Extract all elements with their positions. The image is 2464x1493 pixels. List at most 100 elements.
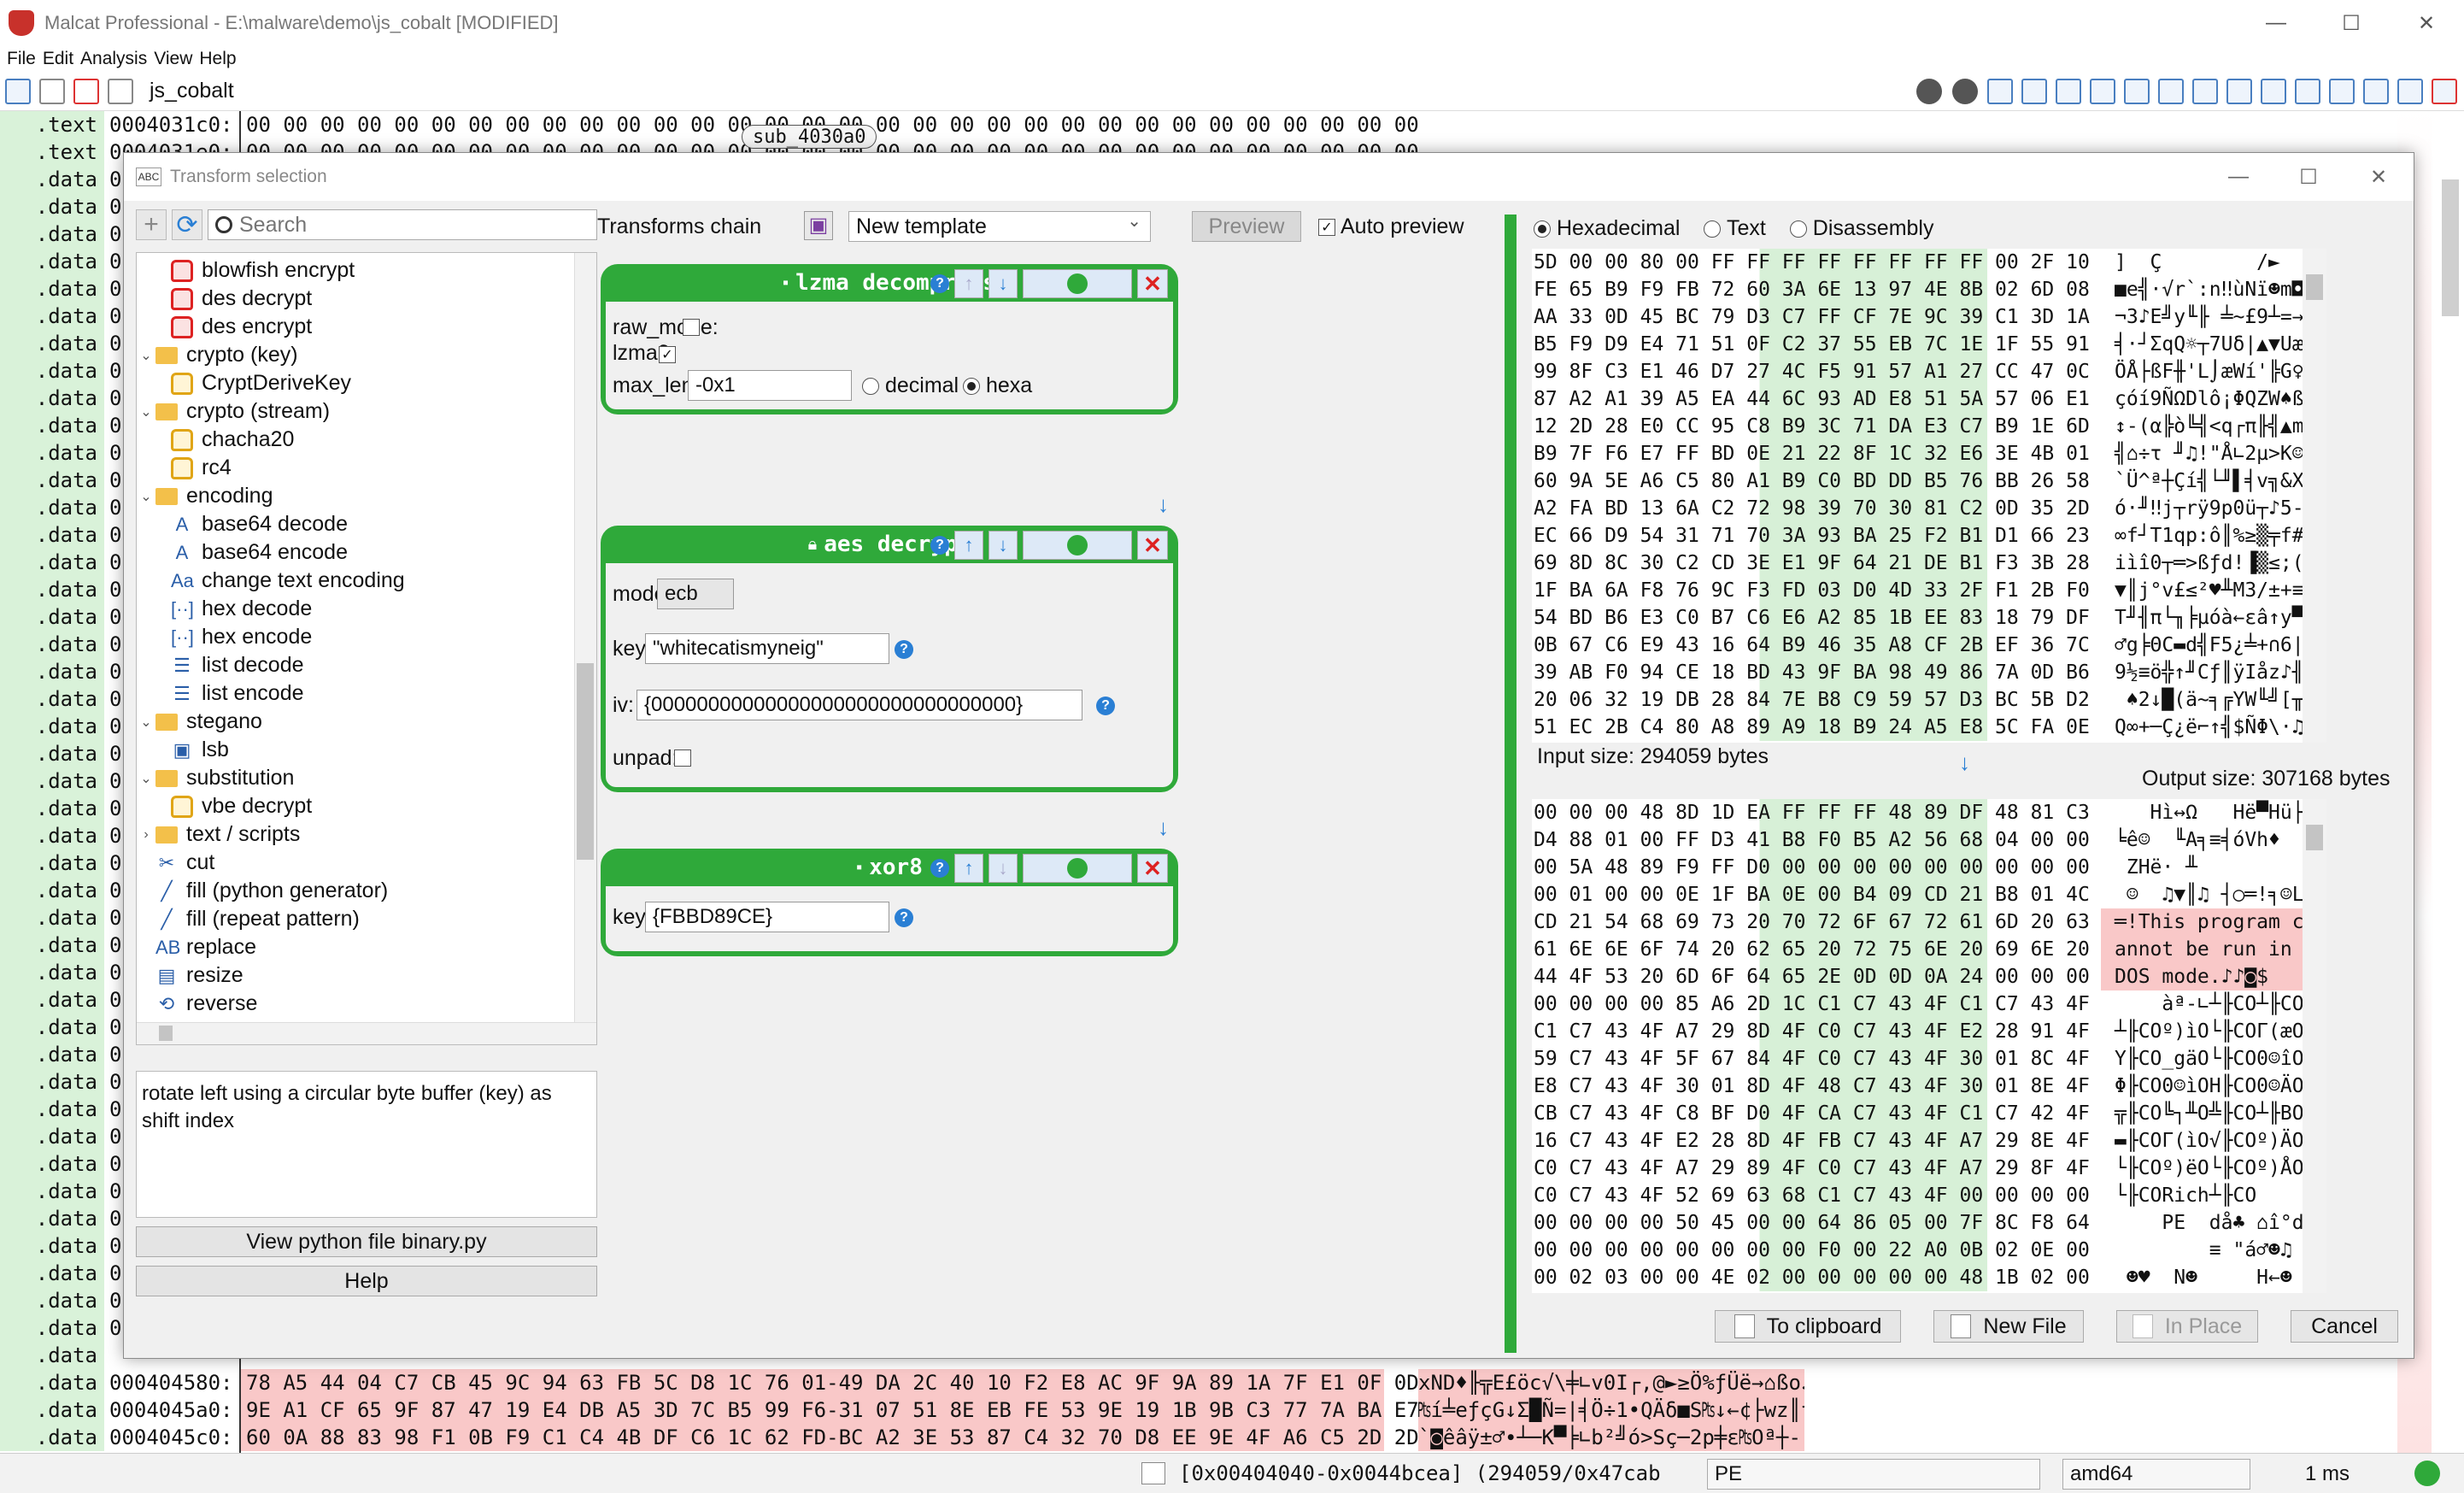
tree-item[interactable]: ⌄ substitution — [137, 764, 596, 792]
back-panel-icon[interactable] — [5, 78, 31, 104]
close-button[interactable]: ✕ — [2389, 0, 2464, 46]
tree-item[interactable]: Abase64 encode — [137, 538, 596, 567]
remove-transform-button[interactable]: ✕ — [1137, 531, 1168, 560]
tree-item[interactable]: des encrypt — [137, 313, 596, 341]
tree-item[interactable]: Aa change text encoding — [137, 567, 596, 595]
view-info-icon[interactable] — [2295, 78, 2320, 104]
tree-item[interactable]: [··] hex decode — [137, 595, 596, 623]
move-down-button[interactable]: ↓ — [989, 531, 1018, 560]
help-icon[interactable]: ? — [895, 640, 913, 659]
move-down-button[interactable]: ↓ — [989, 269, 1018, 298]
view-struct-icon[interactable] — [2090, 78, 2115, 104]
view-strings-icon[interactable] — [2158, 78, 2184, 104]
tree-item[interactable]: ⌄ crypto (key) — [137, 341, 596, 369]
pane-separator[interactable] — [1505, 215, 1517, 1353]
copy-file-icon[interactable] — [108, 78, 133, 104]
xor-key-input[interactable]: {FBBD89CE} — [645, 902, 889, 932]
tree-item[interactable]: ⌄ encoding — [137, 482, 596, 510]
expand-toggle-icon[interactable]: ⌄ — [137, 714, 155, 731]
back-arrow-icon[interactable] — [1916, 78, 1942, 104]
tree-horizontal-scrollbar[interactable] — [137, 1022, 596, 1044]
template-select[interactable]: New template — [848, 207, 1151, 242]
input-hex-view[interactable]: 5D 00 00 80 00 FF FF FF FF FF FF FF FF 0… — [1532, 249, 2326, 743]
view-text-icon[interactable] — [2261, 78, 2286, 104]
tree-item[interactable]: ⌄ stegano — [137, 708, 596, 736]
max-length-input[interactable]: -0x1 — [688, 370, 852, 401]
tree-item[interactable]: ▤ resize — [137, 961, 596, 990]
tree-item[interactable]: ☰ list decode — [137, 651, 596, 679]
tree-item[interactable]: chacha20 — [137, 426, 596, 454]
search-input[interactable] — [239, 212, 564, 238]
view-yara-icon[interactable] — [2329, 78, 2355, 104]
view-hex-icon[interactable] — [1987, 78, 2013, 104]
input-scrollbar[interactable] — [2303, 249, 2326, 743]
tree-vertical-scrollbar[interactable] — [574, 253, 596, 1044]
tree-item[interactable]: des decrypt — [137, 285, 596, 313]
dialog-close-button[interactable]: ✕ — [2344, 153, 2414, 201]
expand-toggle-icon[interactable]: ⌄ — [137, 347, 155, 364]
output-hex-view[interactable]: 00 00 00 48 8D 1D EA FF FF FF 48 89 DF 4… — [1532, 799, 2326, 1293]
help-button[interactable]: Help — [136, 1266, 597, 1296]
auto-preview-check[interactable]: ✓ — [1318, 218, 1335, 236]
run-step-button[interactable] — [1023, 531, 1132, 560]
preview-button[interactable]: Preview — [1192, 211, 1301, 242]
menu-view[interactable]: View — [154, 49, 192, 69]
tree-item[interactable]: › text / scripts — [137, 820, 596, 849]
new-file-icon[interactable] — [39, 78, 65, 104]
menu-analysis[interactable]: Analysis — [80, 49, 147, 69]
transform-tree[interactable]: blowfish encrypt des decrypt des encrypt ⌄ c… — [136, 252, 597, 1045]
minimize-button[interactable]: — — [2238, 0, 2314, 46]
help-icon[interactable]: ? — [930, 274, 949, 293]
expand-toggle-icon[interactable]: ⌄ — [137, 488, 155, 505]
architecture-select[interactable]: amd64 — [2062, 1459, 2250, 1490]
view-chart-icon[interactable] — [2363, 78, 2389, 104]
tree-item[interactable]: rc4 — [137, 454, 596, 482]
expand-toggle-icon[interactable]: ⌄ — [137, 770, 155, 787]
tree-item[interactable]: ╱ fill (python generator) — [137, 877, 596, 905]
view-python-button[interactable]: View python file binary.py — [136, 1226, 597, 1257]
tree-item[interactable]: ╱ fill (repeat pattern) — [137, 905, 596, 933]
help-icon[interactable]: ? — [930, 536, 949, 555]
tree-item[interactable]: ☰ list encode — [137, 679, 596, 708]
menu-edit[interactable]: Edit — [43, 49, 73, 69]
refresh-icon[interactable]: ⟳ — [172, 209, 202, 240]
text-radio[interactable]: Text — [1704, 216, 1766, 241]
run-step-button[interactable] — [1023, 854, 1132, 883]
move-up-button[interactable]: ↑ — [954, 531, 983, 560]
hexadecimal-radio[interactable]: Hexadecimal — [1534, 216, 1680, 241]
cancel-button[interactable]: Cancel — [2291, 1310, 2398, 1343]
add-transform-button[interactable]: + — [136, 209, 167, 240]
dialog-maximize-button[interactable]: ☐ — [2273, 153, 2344, 201]
help-icon[interactable]: ? — [1096, 697, 1115, 715]
help-icon[interactable]: ? — [895, 908, 913, 927]
view-entropy-icon[interactable] — [2226, 78, 2252, 104]
search-box[interactable] — [208, 209, 597, 240]
view-graph-icon[interactable] — [2056, 78, 2081, 104]
lzma2-checkbox[interactable]: ✓ — [659, 346, 676, 363]
expand-toggle-icon[interactable]: › — [137, 827, 155, 843]
tree-item[interactable]: [··] hex encode — [137, 623, 596, 651]
hexa-radio[interactable]: hexa — [963, 373, 1032, 398]
maximize-button[interactable]: ☐ — [2314, 0, 2389, 46]
function-label[interactable]: sub_4030a0 — [742, 125, 877, 149]
view-symbols-icon[interactable] — [2192, 78, 2218, 104]
view-script-icon[interactable] — [2432, 78, 2457, 104]
remove-transform-button[interactable]: ✕ — [1137, 854, 1168, 883]
move-up-button[interactable]: ↑ — [954, 854, 983, 883]
move-down-button[interactable]: ↓ — [989, 854, 1018, 883]
dialog-minimize-button[interactable]: — — [2203, 153, 2273, 201]
tree-item[interactable]: Abase64 decode — [137, 510, 596, 538]
disassembly-radio[interactable]: Disassembly — [1789, 216, 1933, 241]
remove-transform-button[interactable]: ✕ — [1137, 269, 1168, 298]
raw-mode-checkbox[interactable] — [683, 319, 700, 336]
auto-preview-checkbox[interactable]: ✓ Auto preview — [1318, 215, 1464, 239]
decimal-radio[interactable]: decimal — [862, 373, 959, 398]
save-template-icon[interactable]: ▣ — [804, 211, 833, 240]
aes-iv-input[interactable]: {00000000000000000000000000000000} — [637, 690, 1082, 720]
unpad-checkbox[interactable] — [674, 749, 691, 767]
view-source-icon[interactable] — [2124, 78, 2150, 104]
move-up-button[interactable]: ↑ — [954, 269, 983, 298]
close-file-icon[interactable] — [73, 78, 99, 104]
forward-arrow-icon[interactable] — [1952, 78, 1978, 104]
tree-item[interactable]: CryptDeriveKey — [137, 369, 596, 397]
